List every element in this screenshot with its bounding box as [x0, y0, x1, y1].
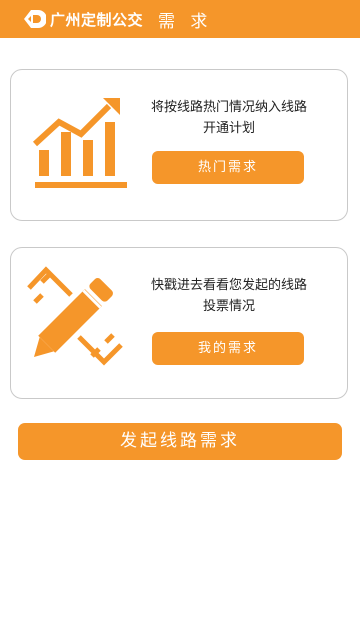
my-demand-button[interactable]: 我的需求: [152, 332, 304, 365]
hot-demand-card: 将按线路热门情况纳入线路开通计划 热门需求: [10, 69, 348, 221]
logo-icon: [24, 10, 46, 28]
logo-text: 广州定制公交: [50, 10, 144, 29]
trending-chart-icon: [32, 98, 127, 188]
pencil-icon: [27, 266, 123, 366]
create-route-demand-button[interactable]: 发起线路需求: [18, 423, 342, 460]
page-title: 需 求: [158, 11, 213, 32]
hot-demand-button[interactable]: 热门需求: [152, 151, 304, 184]
app-logo: 广州定制公交: [22, 0, 143, 38]
hot-demand-description: 将按线路热门情况纳入线路开通计划: [151, 100, 308, 136]
my-demand-card: 快戳进去看看您发起的线路投票情况 我的需求: [10, 247, 348, 399]
my-demand-description: 快戳进去看看您发起的线路投票情况: [151, 278, 308, 314]
app-header: 广州定制公交 需 求: [0, 0, 360, 38]
